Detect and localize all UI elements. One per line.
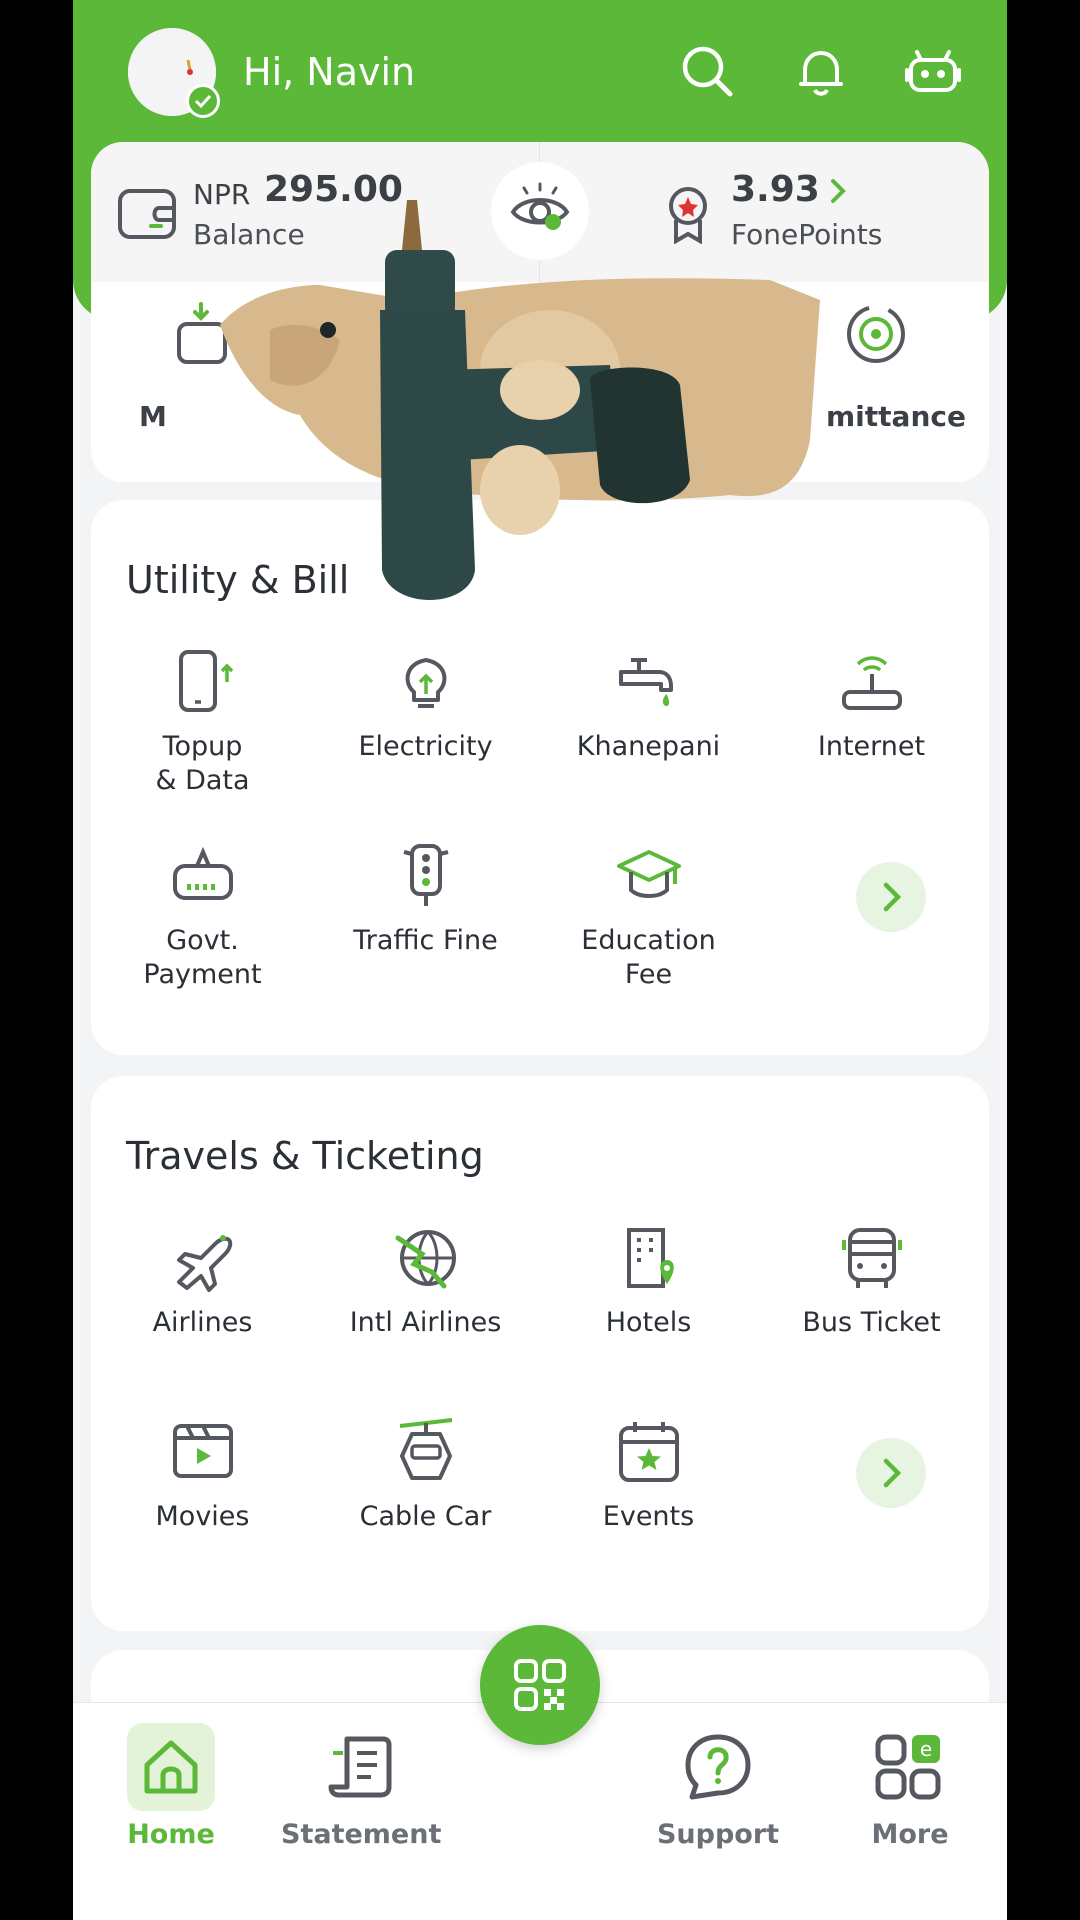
service-label: Khanepani	[576, 731, 721, 762]
wallet-icon	[118, 189, 176, 239]
service-label: Topup & Data	[155, 731, 250, 796]
nav-more[interactable]: e More	[830, 1723, 990, 1850]
service-khanepani[interactable]: Khanepani	[537, 648, 760, 764]
nav-label: Home	[127, 1819, 215, 1850]
hotel-icon	[626, 1228, 674, 1288]
service-label: Hotels	[605, 1307, 692, 1338]
section-title: Travels & Ticketing	[126, 1134, 484, 1178]
service-label: Traffic Fine	[353, 925, 498, 956]
bell-icon[interactable]	[791, 42, 851, 102]
greeting-text: Hi, Navin	[243, 50, 416, 94]
travel-card: Travels & Ticketing Airlines Intl Airlin…	[91, 1076, 989, 1631]
water-tap-icon	[618, 658, 673, 706]
avatar[interactable]	[128, 28, 220, 118]
bot-icon[interactable]	[903, 42, 963, 102]
bulb-icon	[405, 658, 446, 708]
traffic-light-icon	[403, 844, 448, 906]
nav-statement[interactable]: Statement	[281, 1723, 441, 1850]
search-icon[interactable]	[678, 42, 738, 102]
calendar-star-icon	[618, 1422, 679, 1482]
verified-check-icon	[186, 84, 220, 118]
service-label: Cable Car	[359, 1501, 492, 1532]
bus-icon	[841, 1228, 902, 1288]
service-hotels[interactable]: Hotels	[537, 1224, 760, 1340]
service-label: Movies	[155, 1501, 250, 1532]
cat-with-drill-sticker	[220, 200, 820, 600]
qr-scan-button[interactable]	[480, 1625, 600, 1745]
govt-icon	[172, 846, 233, 900]
nav-label: Statement	[281, 1819, 442, 1850]
service-label: Events	[602, 1501, 695, 1532]
service-cable-car[interactable]: Cable Car	[314, 1418, 537, 1534]
service-airlines[interactable]: Airlines	[91, 1224, 314, 1340]
top-bar: Hi, Navin	[73, 0, 1007, 145]
service-label: Electricity	[358, 731, 493, 762]
phone-topup-icon	[178, 650, 233, 712]
support-icon	[674, 1723, 762, 1811]
service-intl-airlines[interactable]: Intl Airlines	[314, 1224, 537, 1340]
service-label: Airlines	[152, 1307, 253, 1338]
nav-home[interactable]: Home	[91, 1723, 251, 1850]
router-icon	[841, 656, 902, 710]
nav-support[interactable]: Support	[638, 1723, 798, 1850]
service-events[interactable]: Events	[537, 1418, 760, 1534]
globe-plane-icon	[395, 1230, 456, 1289]
chevron-right-icon	[883, 882, 902, 912]
service-label: Internet	[817, 731, 926, 762]
service-education-fee[interactable]: Education Fee	[537, 842, 760, 992]
service-label: Intl Airlines	[349, 1307, 502, 1338]
statement-icon	[317, 1723, 405, 1811]
svg-text:e: e	[920, 1737, 932, 1761]
utility-more-button[interactable]	[856, 862, 926, 932]
service-label: Bus Ticket	[802, 1307, 941, 1338]
travel-more-button[interactable]	[856, 1438, 926, 1508]
quick-action-label: M	[139, 400, 167, 433]
movie-icon	[172, 1424, 233, 1478]
nav-label: More	[871, 1819, 949, 1850]
qr-code-icon	[514, 1659, 566, 1711]
service-topup-data[interactable]: Topup & Data	[91, 648, 314, 798]
grid-more-icon: e	[866, 1723, 954, 1811]
cable-car-icon	[399, 1418, 452, 1480]
service-govt-payment[interactable]: Govt. Payment	[91, 842, 314, 992]
service-label: Govt. Payment	[143, 925, 262, 990]
nav-label: Support	[656, 1819, 780, 1850]
app-screen: Hi, Navin NPR 295.00 Balance 3.93 FonePo…	[73, 0, 1007, 1920]
graduation-cap-icon	[616, 850, 681, 898]
service-traffic-fine[interactable]: Traffic Fine	[314, 842, 537, 958]
service-internet[interactable]: Internet	[760, 648, 983, 764]
home-icon	[127, 1723, 215, 1811]
service-electricity[interactable]: Electricity	[314, 648, 537, 764]
service-label: Education Fee	[581, 925, 716, 990]
service-bus-ticket[interactable]: Bus Ticket	[760, 1224, 983, 1340]
chevron-right-icon	[883, 1458, 902, 1488]
service-movies[interactable]: Movies	[91, 1418, 314, 1534]
plane-icon	[176, 1235, 232, 1292]
